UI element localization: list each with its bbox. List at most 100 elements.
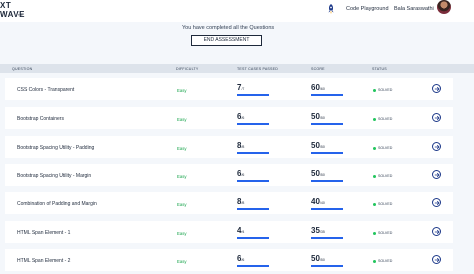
test-cases-total: /4 [241, 230, 245, 234]
solved-dot-icon [373, 202, 376, 206]
score: 50/50 [311, 169, 325, 178]
arrow-right-circle-icon[interactable] [432, 255, 441, 264]
test-cases-total: /6 [241, 116, 245, 120]
end-assessment-button[interactable]: END ASSESSMENT [191, 35, 262, 46]
score-progress-bar [311, 152, 343, 154]
question-title[interactable]: CSS Colors - Transparent [17, 87, 74, 93]
score: 50/50 [311, 254, 325, 263]
column-status: STATUS [372, 67, 387, 71]
score-progress-bar [311, 208, 343, 210]
score-progress-bar [311, 123, 343, 125]
status-badge: SOLVED [373, 146, 392, 150]
difficulty-label: Easy [177, 174, 187, 179]
solved-dot-icon [373, 88, 376, 92]
question-title[interactable]: HTML Span Element - 1 [17, 230, 70, 236]
table-row[interactable]: Bootstrap Spacing Utility - Padding Easy… [5, 136, 453, 158]
table-row[interactable]: Bootstrap Containers Easy 6/6 50/50 SOLV… [5, 107, 453, 129]
test-cases-progress-bar [237, 208, 269, 210]
column-score: SCORE [311, 67, 325, 71]
completion-message: You have completed all the Questions [182, 25, 275, 31]
score-value: 40 [311, 197, 320, 206]
rocket-icon[interactable] [325, 3, 337, 15]
score: 35/35 [311, 226, 325, 235]
score: 40/40 [311, 197, 325, 206]
status-label: SOLVED [378, 202, 393, 206]
logo-trademark: TM [18, 13, 23, 17]
difficulty-label: Easy [177, 202, 187, 207]
score-value: 50 [311, 141, 320, 150]
difficulty-label: Easy [177, 259, 187, 264]
status-label: SOLVED [378, 174, 393, 178]
test-cases-total: /8 [241, 145, 245, 149]
question-title[interactable]: Bootstrap Spacing Utility - Margin [17, 173, 91, 179]
score-progress-bar [311, 265, 343, 267]
test-cases-passed: 8/8 [237, 197, 244, 206]
question-title[interactable]: Bootstrap Spacing Utility - Padding [17, 145, 94, 151]
column-test-cases: TEST CASES PASSED [237, 67, 279, 71]
table-row[interactable]: Bootstrap Spacing Utility - Margin Easy … [5, 164, 453, 186]
score-value: 60 [311, 83, 320, 92]
score-max: /60 [319, 87, 325, 91]
column-question: QUESTION [12, 67, 33, 71]
score-progress-bar [311, 94, 343, 96]
solved-dot-icon [373, 259, 376, 263]
difficulty-label: Easy [177, 88, 187, 93]
solved-dot-icon [373, 174, 376, 178]
test-cases-passed: 7/7 [237, 83, 244, 92]
test-cases-progress-bar [237, 265, 269, 267]
arrow-right-circle-icon[interactable] [432, 170, 441, 179]
avatar[interactable] [437, 0, 451, 14]
status-label: SOLVED [378, 117, 393, 121]
code-playground-link[interactable]: Code Playground [346, 6, 389, 12]
score-max: /50 [319, 173, 325, 177]
status-label: SOLVED [378, 231, 393, 235]
test-cases-progress-bar [237, 152, 269, 154]
column-difficulty: DIFFICULTY [176, 67, 199, 71]
difficulty-label: Easy [177, 146, 187, 151]
status-label: SOLVED [378, 259, 393, 263]
arrow-right-circle-icon[interactable] [432, 113, 441, 122]
table-row[interactable]: HTML Span Element - 1 Easy 4/4 35/35 SOL… [5, 221, 453, 243]
difficulty-label: Easy [177, 231, 187, 236]
score: 50/50 [311, 141, 325, 150]
test-cases-progress-bar [237, 94, 269, 96]
score-max: /40 [319, 201, 325, 205]
test-cases-passed: 4/4 [237, 226, 244, 235]
score-max: /50 [319, 116, 325, 120]
top-navigation-bar: XT WAVE TM Code Playground Bala Saraswat… [0, 0, 474, 22]
table-row[interactable]: HTML Span Element - 2 Easy 6/6 50/50 SOL… [5, 249, 453, 271]
status-badge: SOLVED [373, 259, 392, 263]
question-title[interactable]: Bootstrap Containers [17, 116, 64, 122]
score-value: 35 [311, 226, 320, 235]
solved-dot-icon [373, 146, 376, 150]
test-cases-passed: 6/6 [237, 169, 244, 178]
status-label: SOLVED [378, 88, 393, 92]
solved-dot-icon [373, 231, 376, 235]
difficulty-label: Easy [177, 117, 187, 122]
test-cases-passed: 6/6 [237, 112, 244, 121]
score-max: /50 [319, 145, 325, 149]
question-title[interactable]: HTML Span Element - 2 [17, 258, 70, 264]
test-cases-total: /8 [241, 201, 245, 205]
test-cases-passed: 8/8 [237, 141, 244, 150]
test-cases-total: /7 [241, 87, 245, 91]
arrow-right-circle-icon[interactable] [432, 227, 441, 236]
test-cases-progress-bar [237, 123, 269, 125]
solved-dot-icon [373, 117, 376, 121]
nxtwave-logo[interactable]: XT WAVE TM [0, 1, 24, 21]
test-cases-total: /6 [241, 173, 245, 177]
status-badge: SOLVED [373, 231, 392, 235]
arrow-right-circle-icon[interactable] [432, 142, 441, 151]
score-value: 50 [311, 169, 320, 178]
table-row[interactable]: Combination of Padding and Margin Easy 8… [5, 192, 453, 214]
score: 50/50 [311, 112, 325, 121]
status-badge: SOLVED [373, 117, 392, 121]
score-progress-bar [311, 237, 343, 239]
logo-line-1: XT [0, 1, 12, 10]
user-name[interactable]: Bala Saraswathi [394, 6, 434, 12]
table-row[interactable]: CSS Colors - Transparent Easy 7/7 60/60 … [5, 78, 453, 100]
status-badge: SOLVED [373, 174, 392, 178]
arrow-right-circle-icon[interactable] [432, 84, 441, 93]
question-title[interactable]: Combination of Padding and Margin [17, 201, 97, 207]
arrow-right-circle-icon[interactable] [432, 198, 441, 207]
